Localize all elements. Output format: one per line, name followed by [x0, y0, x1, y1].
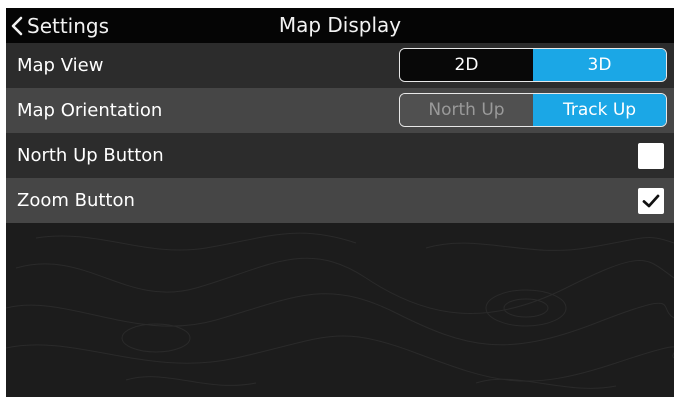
map-view-row: Map View 2D 3D: [6, 43, 674, 88]
top-bar: Map Display Settings: [6, 8, 674, 43]
device-frame: Map Display Settings Map View 2D 3D Map …: [0, 0, 674, 397]
map-view-segmented-control: 2D 3D: [399, 48, 667, 82]
chevron-left-icon: [11, 16, 23, 35]
back-button-label: Settings: [27, 13, 110, 38]
north-up-button-row: North Up Button: [6, 133, 674, 178]
north-up-option[interactable]: North Up: [400, 94, 533, 126]
north-up-button-label: North Up Button: [17, 145, 164, 166]
map-display-screen: Map Display Settings Map View 2D 3D Map …: [6, 8, 674, 397]
zoom-button-row: Zoom Button: [6, 178, 674, 223]
map-orientation-row: Map Orientation North Up Track Up: [6, 88, 674, 133]
map-view-3d-option[interactable]: 3D: [533, 49, 666, 81]
map-view-2d-option[interactable]: 2D: [400, 49, 533, 81]
back-button[interactable]: Settings: [10, 8, 109, 43]
map-view-label: Map View: [17, 55, 104, 76]
north-up-button-checkbox[interactable]: [638, 143, 664, 169]
track-up-option[interactable]: Track Up: [533, 94, 666, 126]
zoom-button-label: Zoom Button: [17, 190, 135, 211]
map-orientation-label: Map Orientation: [17, 100, 163, 121]
zoom-button-checkbox[interactable]: [638, 188, 664, 214]
checkmark-icon: [642, 194, 660, 208]
map-orientation-segmented-control: North Up Track Up: [399, 93, 667, 127]
